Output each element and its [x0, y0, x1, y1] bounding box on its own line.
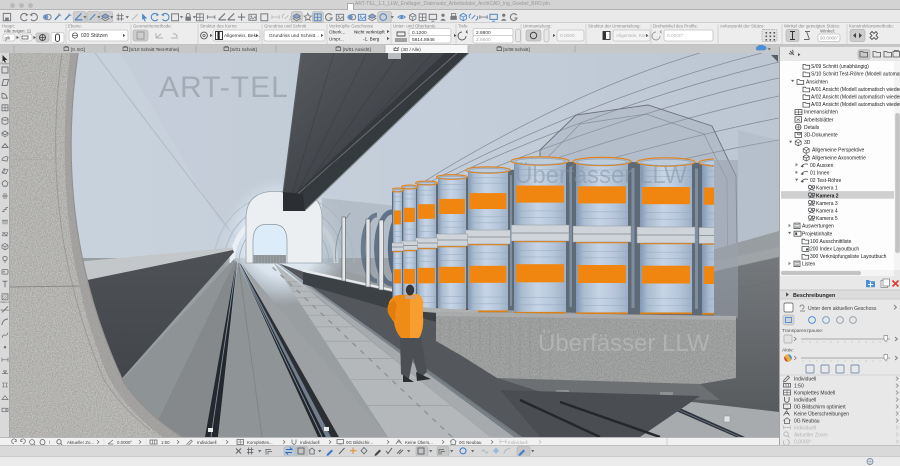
svg-text:Kamera 4: Kamera 4 — [816, 209, 838, 215]
svg-text:[N/01 Ansicht]: [N/01 Ansicht] — [343, 47, 371, 52]
svg-text:0.0000: 0.0000 — [560, 33, 575, 39]
svg-text:100 Ausschnittliste: 100 Ausschnittliste — [810, 239, 852, 245]
svg-text:200 Index Layoutbuch: 200 Index Layoutbuch — [810, 247, 859, 253]
svg-text:Unter dem aktuellen Geschoss: Unter dem aktuellen Geschoss — [808, 306, 877, 312]
svg-text:Überfässer LLW: Überfässer LLW — [538, 330, 710, 357]
svg-text:Kamera 3: Kamera 3 — [816, 201, 838, 207]
svg-text:Ebene:: Ebene: — [68, 24, 82, 29]
svg-text:Struktur des Kerns:: Struktur des Kerns: — [200, 24, 238, 29]
svg-text:Projektinhalte: Projektinhalte — [802, 231, 833, 237]
svg-text:Allgemeine Axonometrie: Allgemeine Axonometrie — [812, 155, 866, 161]
svg-text:0G Bildschirm optimiert: 0G Bildschirm optimiert — [794, 405, 846, 411]
svg-text:Urspr...: Urspr... — [329, 37, 344, 42]
svg-text:Grundriss und Schnitt...: Grundriss und Schnitt... — [269, 33, 319, 39]
svg-text:0G Neubau: 0G Neubau — [794, 419, 820, 425]
svg-text:0.1200: 0.1200 — [412, 30, 427, 36]
svg-text:Beschreibungen: Beschreibungen — [793, 293, 835, 299]
svg-text:Sichten: Sichten — [1, 308, 11, 312]
svg-text:Konstruktionsmethode:: Konstruktionsmethode: — [849, 24, 894, 29]
svg-text:Kamera 1: Kamera 1 — [816, 186, 838, 192]
svg-text:gik: gik — [5, 36, 12, 41]
svg-text:3D-Dokumente: 3D-Dokumente — [804, 133, 838, 139]
svg-text:Individuell: Individuell — [794, 426, 816, 432]
svg-text:1:50: 1:50 — [794, 384, 804, 390]
svg-text:300 Verknüpfungsliste Layoutb: 300 Verknüpfungsliste Layoutbuch — [810, 254, 887, 260]
svg-text:Ankerpunkt der Stütze:: Ankerpunkt der Stütze: — [720, 24, 765, 29]
svg-text:Keine Überschreibungen: Keine Überschreibungen — [794, 411, 849, 418]
svg-text:Transparenzpause:: Transparenzpause: — [782, 328, 823, 334]
svg-text:Allgemeine Perspektive: Allgemeine Perspektive — [812, 148, 864, 154]
svg-text:[S/01 Schnitt]: [S/01 Schnitt] — [230, 47, 257, 52]
svg-text:3D: 3D — [804, 140, 811, 146]
svg-text:Tiefe: Tiefe — [458, 24, 468, 29]
svg-text:Nicht verknüpft: Nicht verknüpft — [354, 30, 385, 35]
svg-text:Listen: Listen — [802, 262, 816, 268]
svg-text:0.0000°: 0.0000° — [667, 33, 684, 39]
svg-text:Geometriemethode:: Geometriemethode: — [133, 24, 172, 29]
svg-text:Arbeitsblätter: Arbeitsblätter — [804, 117, 834, 123]
svg-text:(3D / Alle): (3D / Alle) — [401, 47, 421, 52]
svg-text:[S/08 Schnitt]: [S/08 Schnitt] — [503, 47, 530, 52]
svg-text:Verknüpfte Geschosse: Verknüpfte Geschosse — [329, 24, 374, 29]
svg-text:A/02 Ansicht (Modell automatis: A/02 Ansicht (Modell automatisch wieder … — [811, 95, 900, 101]
svg-text:Individuell: Individuell — [794, 377, 816, 383]
svg-text:A/03 Ansicht (Modell automatis: A/03 Ansicht (Modell automatisch wieder … — [811, 102, 900, 108]
svg-text:Kamera 2: Kamera 2 — [816, 193, 839, 199]
svg-text:Aktiv:: Aktiv: — [782, 348, 794, 354]
svg-text:Datum: Datum — [1, 300, 10, 304]
svg-text:00 Aussen: 00 Aussen — [810, 163, 834, 169]
svg-text:Komplettes Modell: Komplettes Modell — [794, 391, 835, 397]
svg-text:01 Innen: 01 Innen — [810, 171, 830, 177]
svg-text:2.6600: 2.6600 — [476, 37, 491, 43]
svg-text:2.8800: 2.8800 — [476, 30, 491, 36]
svg-text:Innenansichten: Innenansichten — [804, 110, 838, 116]
svg-text:020 Stützen: 020 Stützen — [81, 33, 108, 39]
svg-text:90.0000°: 90.0000° — [820, 36, 839, 41]
svg-text:Details: Details — [804, 125, 820, 131]
svg-text:Alle zeigen: 11: Alle zeigen: 11 — [4, 29, 32, 34]
svg-text:Planer: Planer — [1, 62, 10, 66]
svg-text:Struktur der Ummantelung:: Struktur der Ummantelung: — [588, 24, 641, 29]
svg-text:S/09 Schnitt (unabhängig): S/09 Schnitt (unabhängig) — [811, 64, 869, 70]
svg-text:Ummantelung:: Ummantelung: — [523, 24, 552, 29]
svg-text:Kamera 5: Kamera 5 — [816, 216, 838, 222]
svg-text:5814.8946: 5814.8946 — [412, 37, 435, 43]
svg-text:Winkel:: Winkel: — [820, 29, 835, 34]
svg-text:Allgemein, Kon...: Allgemein, Kon... — [616, 33, 651, 38]
svg-text:Drehwinkel des Profils:: Drehwinkel des Profils: — [653, 24, 698, 29]
svg-text:Allgemein, Bek...: Allgemein, Bek... — [224, 33, 260, 39]
svg-text:-1. Berg: -1. Berg — [363, 37, 380, 42]
svg-text:Unter- und Oberkante: Unter- und Oberkante — [393, 24, 436, 29]
svg-text:02 Test-Röhre: 02 Test-Röhre — [810, 178, 842, 184]
svg-text:Auswertungen: Auswertungen — [802, 224, 834, 230]
svg-text:Überfässer LLW: Überfässer LLW — [515, 162, 687, 189]
svg-text:Ansichten: Ansichten — [806, 79, 828, 85]
svg-text:S/10 Schnitt Test-Röhre (Model: S/10 Schnitt Test-Röhre (Modell automati… — [811, 72, 900, 78]
svg-text:Aktueller Zoom: Aktueller Zoom — [794, 433, 828, 439]
svg-text:Grundriss und Schnitt: Grundriss und Schnitt — [264, 24, 307, 29]
svg-text:Individuell: Individuell — [794, 398, 816, 404]
svg-text:Oberk...: Oberk... — [329, 30, 345, 35]
svg-text:A/01 Ansicht (Modell automatis: A/01 Ansicht (Modell automatisch wieder … — [811, 87, 900, 93]
svg-text:ART-TEL: ART-TEL — [159, 71, 289, 104]
svg-text:[0. EG]: [0. EG] — [71, 47, 85, 52]
svg-text:[S/10 Schnitt Test-Röhre]: [S/10 Schnitt Test-Röhre] — [129, 47, 179, 52]
